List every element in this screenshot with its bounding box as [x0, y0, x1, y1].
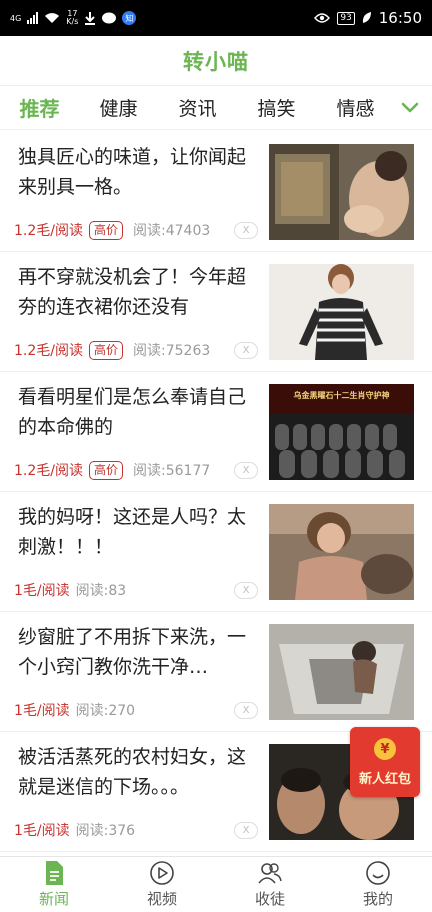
coin-icon: ¥	[374, 738, 396, 760]
read-count: 阅读:83	[75, 583, 127, 599]
dismiss-button[interactable]: X	[234, 462, 258, 479]
article-title[interactable]: 看看明星们是怎么奉请自己的本命佛的	[18, 382, 263, 442]
article-meta: 1毛/阅读 阅读:376	[14, 820, 135, 840]
tab-funny[interactable]: 搞笑	[237, 94, 316, 121]
list-item[interactable]: 再不穿就没机会了！今年超夯的连衣裙你还没有 1.2毛/阅读 高价 阅读:7526…	[0, 252, 432, 372]
article-title[interactable]: 独具匠心的味道，让你闻起来别具一格。	[18, 142, 263, 202]
article-thumbnail[interactable]	[269, 144, 414, 240]
article-meta: 1毛/阅读 阅读:83	[14, 580, 126, 600]
wifi-icon	[45, 13, 60, 23]
dismiss-button[interactable]: X	[234, 342, 258, 359]
article-thumbnail[interactable]	[269, 624, 414, 720]
reward-rate: 1.2毛/阅读	[14, 343, 83, 359]
article-thumbnail[interactable]	[269, 264, 414, 360]
dismiss-button[interactable]: X	[234, 822, 258, 839]
article-title[interactable]: 我的妈呀！这还是人吗？太刺激！！！	[18, 502, 263, 562]
article-thumbnail[interactable]: 乌金黑曜石十二生肖守护神	[269, 384, 414, 480]
article-meta: 1毛/阅读 阅读:270	[14, 700, 135, 720]
article-meta: 1.2毛/阅读 高价 阅读:56177	[14, 460, 210, 480]
high-price-badge: 高价	[88, 340, 123, 360]
nav-label: 我的	[362, 890, 393, 908]
play-icon	[150, 861, 174, 885]
app-title: 转小喵	[183, 49, 249, 74]
status-bar: 4G 17 K/s 知 93 16:50	[0, 0, 432, 36]
new-user-red-packet[interactable]: ¥ 新人红包	[350, 727, 420, 797]
net-speed: 17 K/s	[66, 9, 79, 26]
read-count: 阅读:75263	[133, 343, 211, 359]
red-packet-label: 新人红包	[358, 772, 411, 787]
reward-rate: 1.2毛/阅读	[14, 223, 83, 239]
tab-emotion[interactable]: 情感	[316, 94, 395, 121]
nav-mine[interactable]: 我的	[324, 857, 432, 912]
message-icon	[102, 12, 117, 23]
smile-icon	[366, 861, 390, 885]
list-item[interactable]: 我的妈呀！这还是人吗？太刺激！！！ 1毛/阅读 阅读:83 X	[0, 492, 432, 612]
app-header: 转小喵	[0, 36, 432, 86]
zhihu-notification-icon: 知	[122, 11, 137, 25]
article-meta: 1.2毛/阅读 高价 阅读:47403	[14, 220, 210, 240]
dismiss-button[interactable]: X	[234, 582, 258, 599]
read-count: 阅读:47403	[133, 223, 211, 239]
people-icon	[258, 863, 282, 884]
clock: 16:50	[378, 9, 422, 27]
thumbnail-caption: 乌金黑曜石十二生肖守护神	[293, 391, 390, 400]
article-meta: 1.2毛/阅读 高价 阅读:75263	[14, 340, 210, 360]
article-title[interactable]: 再不穿就没机会了！今年超夯的连衣裙你还没有	[18, 262, 263, 322]
chevron-down-icon[interactable]	[400, 98, 420, 118]
read-count: 阅读:270	[75, 703, 136, 719]
high-price-badge: 高价	[88, 460, 123, 480]
nav-label: 视频	[146, 890, 177, 908]
read-count: 阅读:56177	[133, 463, 211, 479]
high-price-badge: 高价	[88, 220, 123, 240]
eye-icon	[314, 13, 331, 23]
list-item[interactable]: 独具匠心的味道，让你闻起来别具一格。 1.2毛/阅读 高价 阅读:47403 X	[0, 132, 432, 252]
network-type: 4G	[10, 13, 22, 23]
read-count: 阅读:376	[75, 823, 136, 839]
dismiss-button[interactable]: X	[234, 702, 258, 719]
tab-recommend[interactable]: 推荐	[0, 93, 79, 122]
battery-indicator: 93	[337, 11, 355, 25]
tab-health[interactable]: 健康	[79, 94, 158, 121]
nav-video[interactable]: 视频	[108, 857, 216, 912]
nav-label: 收徒	[254, 890, 285, 908]
article-title[interactable]: 被活活蒸死的农村妇女，这就是迷信的下场。。。	[18, 742, 263, 802]
leaf-icon	[362, 12, 371, 23]
signal-icon	[27, 12, 39, 24]
reward-rate: 1毛/阅读	[14, 823, 70, 839]
news-icon	[46, 861, 63, 885]
reward-rate: 1毛/阅读	[14, 703, 70, 719]
reward-rate: 1毛/阅读	[14, 583, 70, 599]
article-thumbnail[interactable]	[269, 504, 414, 600]
category-tabs: 推荐 健康 资讯 搞笑 情感	[0, 86, 432, 130]
reward-rate: 1.2毛/阅读	[14, 463, 83, 479]
nav-label: 新闻	[38, 890, 69, 908]
download-icon	[85, 11, 96, 25]
bottom-nav: 新闻 视频 收徒 我的	[0, 856, 432, 912]
list-item[interactable]: 纱窗脏了不用拆下来洗，一个小窍门教你洗干净… 1毛/阅读 阅读:270 X	[0, 612, 432, 732]
nav-apprentice[interactable]: 收徒	[216, 857, 324, 912]
dismiss-button[interactable]: X	[234, 222, 258, 239]
article-title[interactable]: 纱窗脏了不用拆下来洗，一个小窍门教你洗干净…	[18, 622, 263, 682]
list-item[interactable]: 看看明星们是怎么奉请自己的本命佛的 1.2毛/阅读 高价 阅读:56177 X	[0, 372, 432, 492]
tab-news[interactable]: 资讯	[158, 94, 237, 121]
nav-news[interactable]: 新闻	[0, 857, 108, 912]
